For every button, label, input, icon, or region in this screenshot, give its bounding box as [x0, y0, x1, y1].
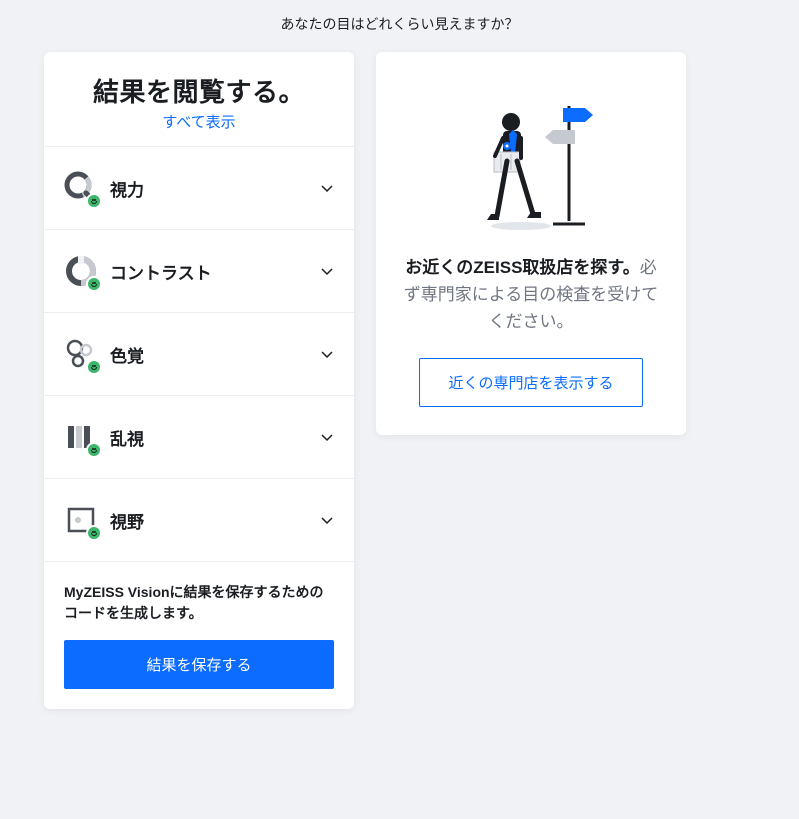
- accordion-label: 乱視: [110, 425, 320, 450]
- save-description: MyZEISS Visionに結果を保存するためのコードを生成します。: [64, 582, 334, 624]
- status-badge: [86, 276, 102, 292]
- chevron-down-icon: [320, 347, 334, 361]
- cta-heading: お近くのZEISS取扱店を探す。: [405, 258, 639, 277]
- astigmatism-icon: [64, 420, 98, 454]
- show-all-link[interactable]: すべて表示: [162, 111, 235, 132]
- chevron-down-icon: [320, 513, 334, 527]
- save-results-button[interactable]: 結果を保存する: [64, 640, 334, 689]
- status-badge: [86, 359, 102, 375]
- page-title: あなたの目はどれくらい見えますか？: [0, 0, 799, 52]
- cards-row: 結果を閲覧する。 すべて表示 視力: [0, 52, 799, 709]
- person-signpost-illustration: [451, 76, 611, 236]
- status-badge: [86, 442, 102, 458]
- chevron-down-icon: [320, 264, 334, 278]
- results-header: 結果を閲覧する。 すべて表示: [44, 52, 354, 146]
- accordion-item-acuity[interactable]: 視力: [44, 147, 354, 230]
- accordion-item-field[interactable]: 視野: [44, 479, 354, 562]
- field-icon: [64, 503, 98, 537]
- results-accordion: 視力 コントラスト: [44, 146, 354, 562]
- cta-text: お近くのZEISS取扱店を探す。必ず専門家による目の検査を受けてください。: [400, 254, 662, 336]
- accordion-item-astigmatism[interactable]: 乱視: [44, 396, 354, 479]
- chevron-down-icon: [320, 181, 334, 195]
- acuity-icon: [64, 171, 98, 205]
- accordion-label: 色覚: [110, 342, 320, 367]
- find-store-button[interactable]: 近くの専門店を表示する: [419, 358, 642, 407]
- color-icon: [64, 337, 98, 371]
- status-badge: [86, 525, 102, 541]
- accordion-item-color[interactable]: 色覚: [44, 313, 354, 396]
- results-card: 結果を閲覧する。 すべて表示 視力: [44, 52, 354, 709]
- chevron-down-icon: [320, 430, 334, 444]
- accordion-label: 視野: [110, 508, 320, 533]
- accordion-label: コントラスト: [110, 259, 320, 284]
- contrast-icon: [64, 254, 98, 288]
- save-block: MyZEISS Visionに結果を保存するためのコードを生成します。 結果を保…: [44, 562, 354, 709]
- status-badge: [86, 193, 102, 209]
- accordion-label: 視力: [110, 176, 320, 201]
- accordion-item-contrast[interactable]: コントラスト: [44, 230, 354, 313]
- cta-card: お近くのZEISS取扱店を探す。必ず専門家による目の検査を受けてください。 近く…: [376, 52, 686, 435]
- results-title: 結果を閲覧する。: [64, 72, 334, 109]
